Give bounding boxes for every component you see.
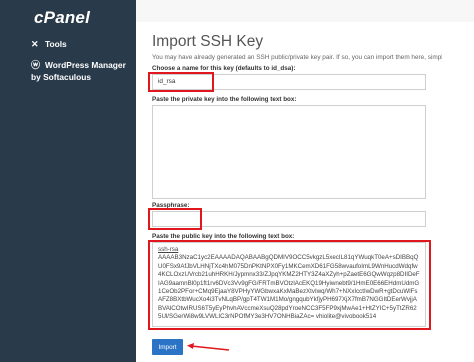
sidebar-item-label: Tools xyxy=(45,39,67,49)
sidebar-item-tools[interactable]: ✕ Tools xyxy=(31,38,67,50)
cpanel-logo[interactable]: cPanel xyxy=(34,8,90,28)
private-key-label: Paste the private key into the following… xyxy=(152,96,297,103)
passphrase-input[interactable] xyxy=(152,211,426,227)
sidebar-item-label: WordPress Manager by Softaculous xyxy=(31,60,126,82)
intro-text: You may have already generated an SSH pu… xyxy=(152,54,442,61)
wordpress-icon: ⓦ xyxy=(31,60,41,70)
public-key-value: AAAAB3NzaC1yc2EAAAADAQABAABgQDMIV9OCC5vk… xyxy=(158,254,420,321)
key-name-input[interactable]: id_rsa xyxy=(152,74,426,90)
public-key-textarea[interactable]: ssh-rsa AAAAB3NzaC1yc2EAAAADAQABAABgQDMI… xyxy=(152,242,426,327)
public-key-type: ssh-rsa xyxy=(158,246,179,253)
public-key-label: Paste the public key into the following … xyxy=(152,233,295,240)
top-bar xyxy=(136,0,474,22)
private-key-textarea[interactable] xyxy=(152,105,426,199)
sidebar: cPanel ✕ Tools ⓦ WordPress Manager by Soft… xyxy=(0,0,136,362)
page-title: Import SSH Key xyxy=(152,33,264,50)
passphrase-label: Passphrase: xyxy=(152,202,190,209)
tools-icon: ✕ xyxy=(31,39,39,49)
key-name-label: Choose a name for this key (defaults to … xyxy=(152,65,296,72)
arrow-icon xyxy=(187,343,230,351)
sidebar-item-wordpress-manager[interactable]: ⓦ WordPress Manager by Softaculous xyxy=(31,59,131,83)
import-button[interactable]: Import xyxy=(152,339,183,355)
